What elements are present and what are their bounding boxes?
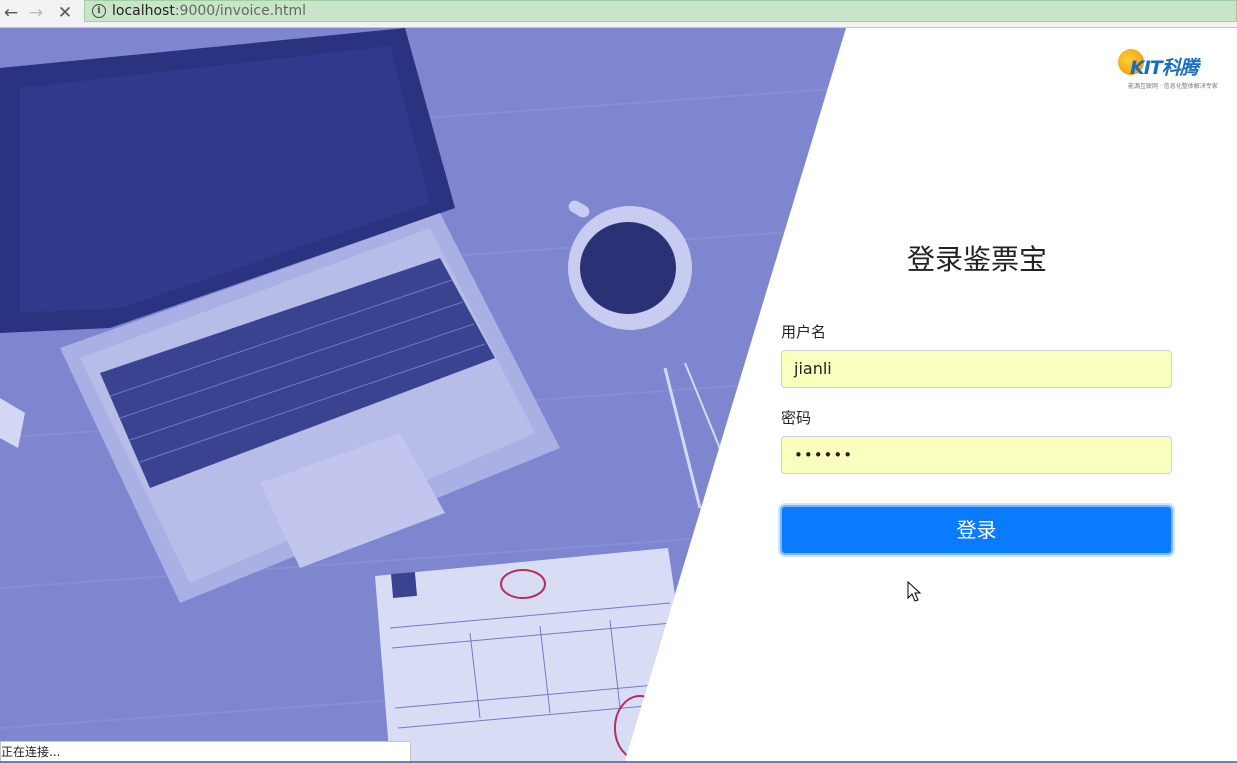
login-title: 登录鉴票宝 [906, 243, 1047, 276]
info-icon[interactable]: i [92, 4, 106, 18]
url-text[interactable]: localhost:9000/invoice.html [112, 3, 306, 19]
url-host: localhost [112, 3, 175, 19]
logo-text: KIT科腾 [1130, 57, 1199, 79]
forward-arrow-icon[interactable]: → [26, 3, 46, 23]
url-path: :9000/invoice.html [174, 3, 307, 19]
hero-photo [0, 28, 846, 763]
password-input[interactable]: •••••• [781, 436, 1172, 474]
invoice-paper-icon [375, 548, 700, 763]
address-bar[interactable]: i localhost:9000/invoice.html [84, 0, 1237, 22]
mouse-cursor-icon [907, 581, 921, 602]
logo-tagline: 能源互联网 · 信息化整体解决专家 [1128, 83, 1218, 90]
browser-toolbar: ← → ✕ i localhost:9000/invoice.html [0, 0, 1237, 28]
coffee-cup-icon [568, 200, 692, 330]
stop-icon[interactable]: ✕ [55, 3, 75, 23]
desk-illustration [0, 28, 846, 763]
login-button[interactable]: 登录 [780, 505, 1173, 555]
back-arrow-icon[interactable]: ← [1, 3, 21, 23]
username-label: 用户名 [781, 323, 827, 341]
password-label: 密码 [781, 409, 812, 427]
username-input[interactable]: jianli [781, 350, 1172, 388]
browser-status-bar: 正在连接... [0, 741, 411, 763]
brand-logo: KIT科腾 能源互联网 · 信息化整体解决专家 [1116, 45, 1218, 93]
